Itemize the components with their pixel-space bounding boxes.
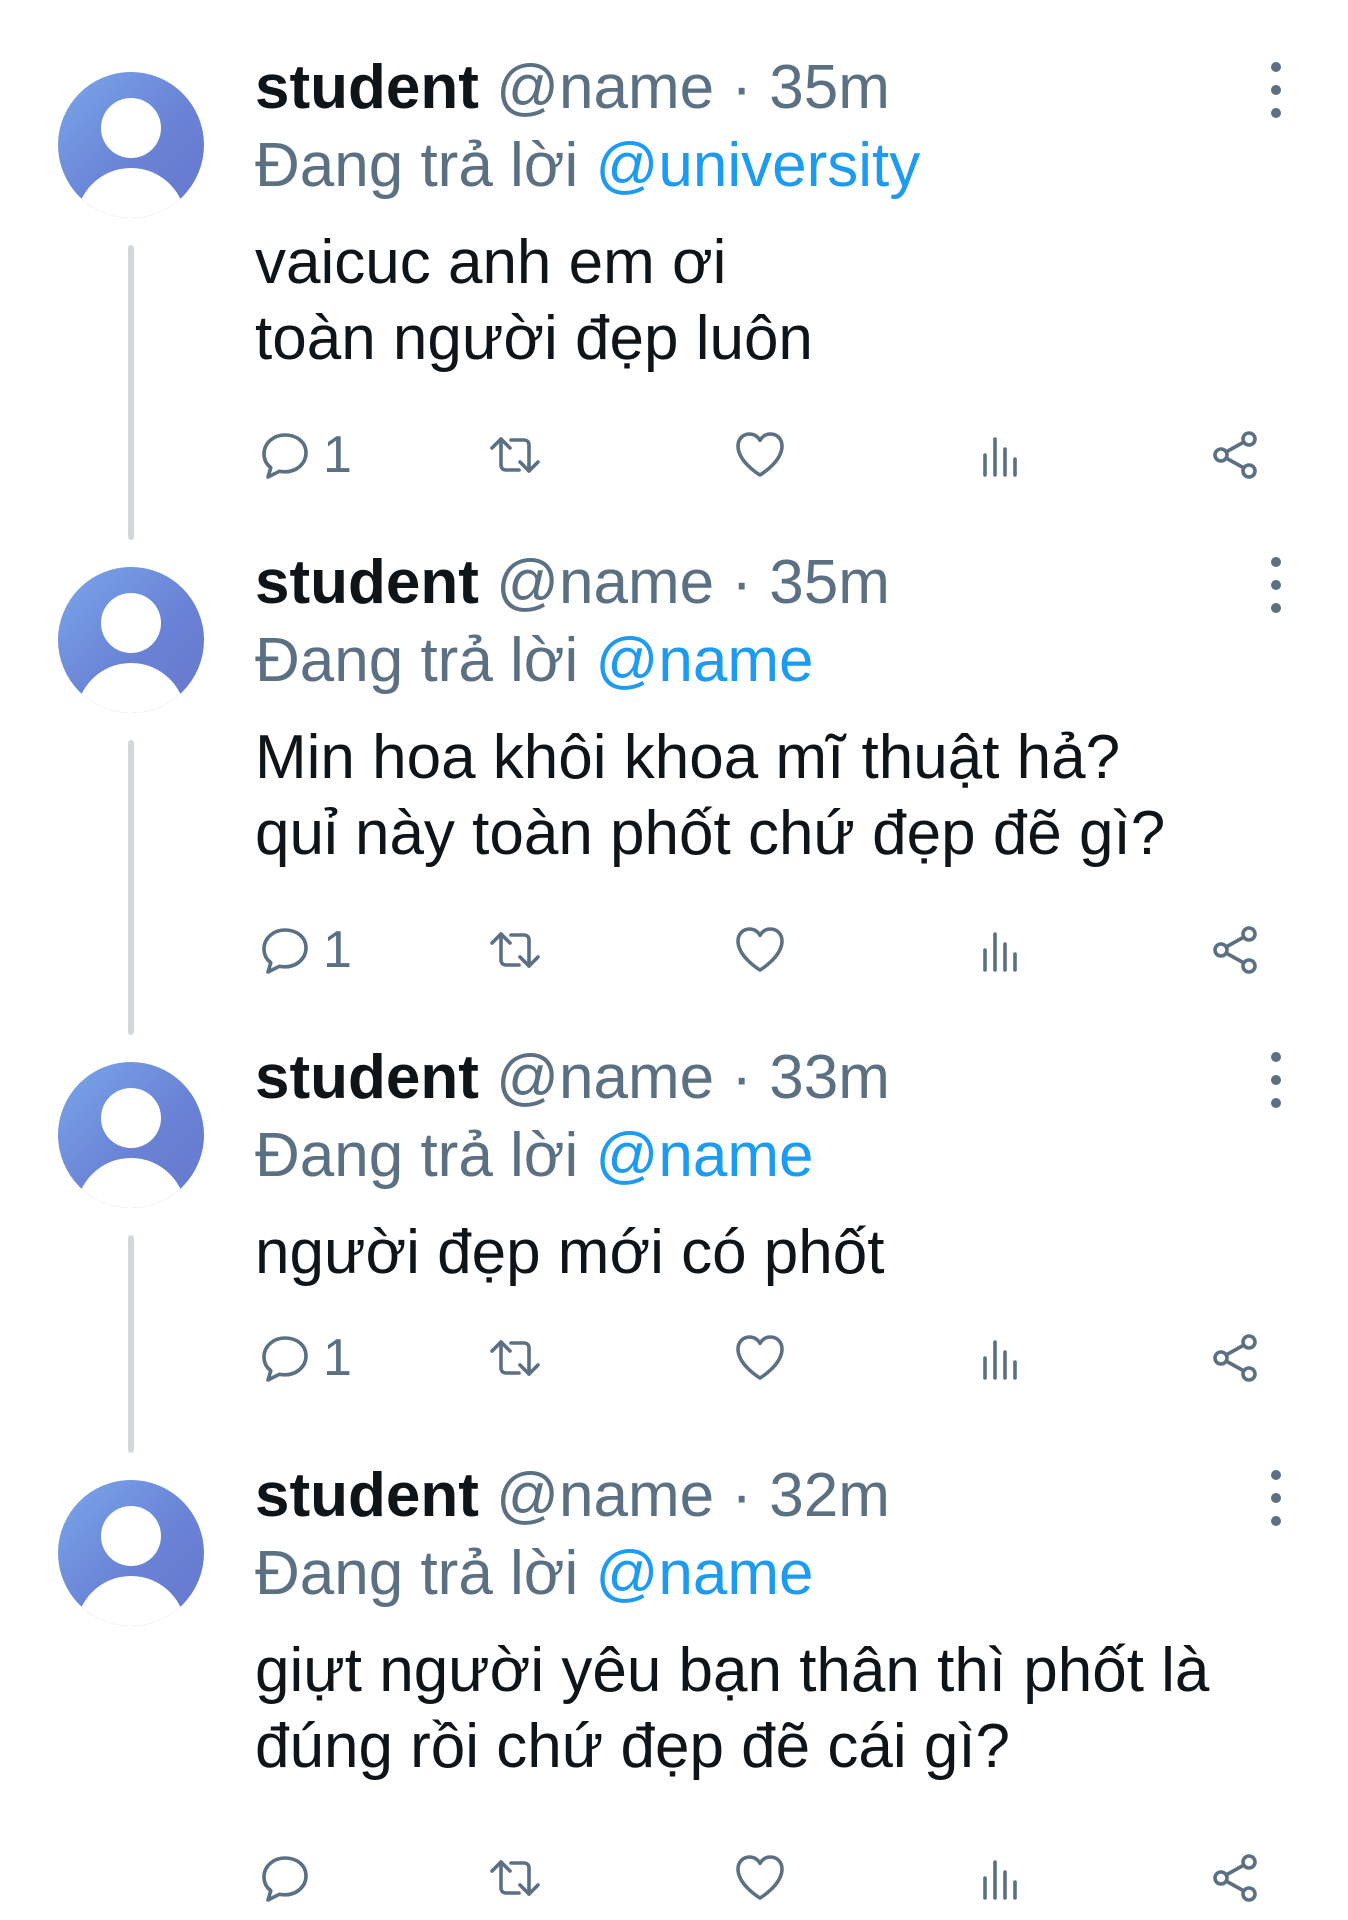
- like-heart-icon: [736, 1855, 784, 1900]
- replying-to-label: Đang trả lời: [255, 131, 579, 200]
- action-bar: 1: [255, 425, 1275, 485]
- tweet-header: student @name · 33m: [255, 1042, 890, 1114]
- reply-icon: [262, 1856, 308, 1902]
- tweet[interactable]: student @name · 35m Đang trả lời @name M…: [0, 495, 1348, 1035]
- user-handle[interactable]: @name: [496, 1043, 714, 1112]
- replying-to-mention[interactable]: @name: [595, 1121, 813, 1190]
- display-name[interactable]: student: [255, 548, 479, 617]
- like-button[interactable]: [730, 1848, 790, 1908]
- more-vertical-icon[interactable]: [1262, 62, 1290, 118]
- tweet-header: student @name · 32m: [255, 1460, 890, 1532]
- reply-count: 1: [323, 426, 352, 484]
- reply-button[interactable]: 1: [255, 1328, 352, 1388]
- retweet-button[interactable]: [485, 1328, 545, 1388]
- views-button[interactable]: [970, 1328, 1030, 1388]
- separator-dot: ·: [731, 1043, 753, 1112]
- tweet-text: vaicuc anh em ơi toàn người đẹp luôn: [255, 228, 813, 373]
- views-chart-icon: [983, 1860, 1017, 1900]
- replying-to-mention[interactable]: @name: [595, 1539, 813, 1608]
- retweet-button[interactable]: [485, 1848, 545, 1908]
- share-icon: [1213, 1334, 1257, 1382]
- user-handle[interactable]: @name: [496, 548, 714, 617]
- retweet-icon: [490, 932, 540, 968]
- like-button[interactable]: [730, 1328, 790, 1388]
- views-button[interactable]: [970, 920, 1030, 980]
- display-name[interactable]: student: [255, 1461, 479, 1530]
- display-name[interactable]: student: [255, 1043, 479, 1112]
- reply-button[interactable]: [255, 1848, 323, 1908]
- views-chart-icon: [983, 437, 1017, 477]
- reply-count: 1: [323, 921, 352, 979]
- avatar-person-icon[interactable]: [58, 1480, 204, 1626]
- replying-to-label: Đang trả lời: [255, 626, 579, 695]
- views-chart-icon: [983, 932, 1017, 972]
- retweet-icon: [490, 1340, 540, 1376]
- reply-button[interactable]: 1: [255, 920, 352, 980]
- action-bar: 1: [255, 1328, 1275, 1388]
- reply-thread: student @name · 35m Đang trả lời @univer…: [0, 0, 1348, 1920]
- action-bar: 1: [255, 920, 1275, 980]
- user-handle[interactable]: @name: [496, 1461, 714, 1530]
- like-heart-icon: [736, 927, 784, 972]
- avatar-person-icon[interactable]: [58, 1062, 204, 1208]
- timestamp[interactable]: 32m: [769, 1461, 890, 1530]
- share-icon: [1213, 1854, 1257, 1902]
- share-icon: [1213, 431, 1257, 479]
- separator-dot: ·: [731, 1461, 753, 1530]
- tweet[interactable]: student @name · 32m Đang trả lời @name g…: [0, 1408, 1348, 1920]
- more-vertical-icon[interactable]: [1262, 557, 1290, 613]
- display-name[interactable]: student: [255, 53, 479, 122]
- replying-to-line: Đang trả lời @name: [255, 625, 814, 697]
- avatar-person-icon[interactable]: [58, 72, 204, 218]
- retweet-icon: [490, 1860, 540, 1896]
- tweet[interactable]: student @name · 33m Đang trả lời @name n…: [0, 990, 1348, 1453]
- like-button[interactable]: [730, 425, 790, 485]
- tweet[interactable]: student @name · 35m Đang trả lời @univer…: [0, 0, 1348, 540]
- user-handle[interactable]: @name: [496, 53, 714, 122]
- replying-to-label: Đang trả lời: [255, 1121, 579, 1190]
- replying-to-line: Đang trả lời @university: [255, 130, 920, 202]
- tweet-text: giựt người yêu bạn thân thì phốt là đúng…: [255, 1636, 1210, 1781]
- reply-icon: [262, 928, 308, 974]
- action-bar: [255, 1848, 1275, 1908]
- replying-to-label: Đang trả lời: [255, 1539, 579, 1608]
- avatar-person-icon[interactable]: [58, 567, 204, 713]
- separator-dot: ·: [731, 548, 753, 617]
- like-button[interactable]: [730, 920, 790, 980]
- retweet-icon: [490, 437, 540, 473]
- tweet-text: người đẹp mới có phốt: [255, 1218, 885, 1287]
- replying-to-mention[interactable]: @university: [595, 131, 920, 200]
- views-button[interactable]: [970, 425, 1030, 485]
- like-heart-icon: [736, 432, 784, 477]
- views-chart-icon: [983, 1340, 1017, 1380]
- tweet-text: Min hoa khôi khoa mĩ thuật hả? quỉ này t…: [255, 723, 1166, 868]
- reply-count: 1: [323, 1329, 352, 1387]
- timestamp[interactable]: 35m: [769, 548, 890, 617]
- replying-to-line: Đang trả lời @name: [255, 1120, 814, 1192]
- more-vertical-icon[interactable]: [1262, 1470, 1290, 1526]
- tweet-header: student @name · 35m: [255, 52, 890, 124]
- share-button[interactable]: [1205, 425, 1265, 485]
- views-button[interactable]: [970, 1848, 1030, 1908]
- share-icon: [1213, 926, 1257, 974]
- timestamp[interactable]: 35m: [769, 53, 890, 122]
- reply-button[interactable]: 1: [255, 425, 352, 485]
- timestamp[interactable]: 33m: [769, 1043, 890, 1112]
- share-button[interactable]: [1205, 920, 1265, 980]
- more-vertical-icon[interactable]: [1262, 1052, 1290, 1108]
- retweet-button[interactable]: [485, 425, 545, 485]
- replying-to-line: Đang trả lời @name: [255, 1538, 814, 1610]
- share-button[interactable]: [1205, 1328, 1265, 1388]
- like-heart-icon: [736, 1335, 784, 1380]
- tweet-header: student @name · 35m: [255, 547, 890, 619]
- reply-icon: [262, 1336, 308, 1382]
- share-button[interactable]: [1205, 1848, 1265, 1908]
- reply-icon: [262, 433, 308, 479]
- replying-to-mention[interactable]: @name: [595, 626, 813, 695]
- separator-dot: ·: [731, 53, 753, 122]
- retweet-button[interactable]: [485, 920, 545, 980]
